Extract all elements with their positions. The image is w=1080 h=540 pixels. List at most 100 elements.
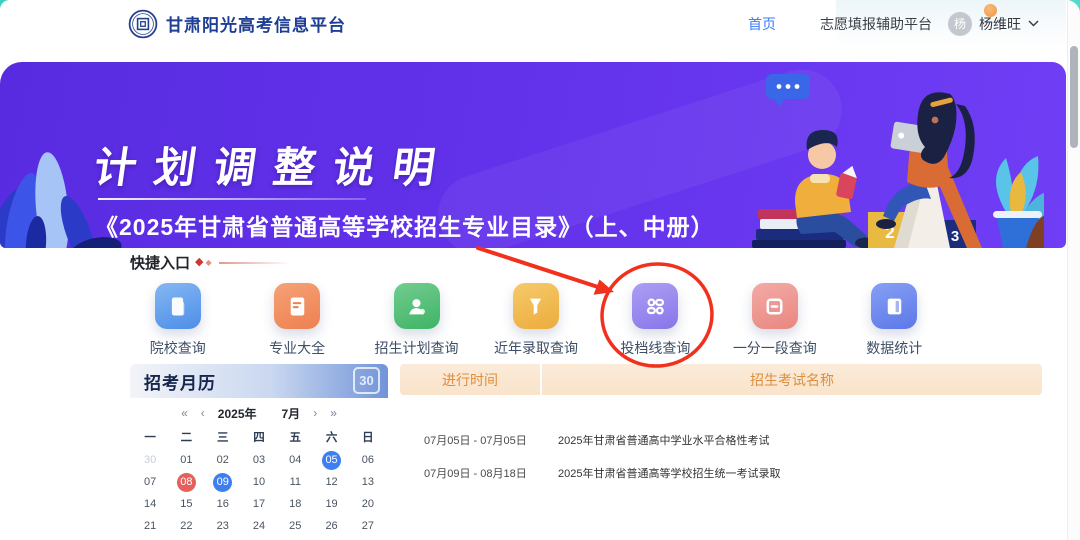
calendar-30-icon: 30 [353, 367, 380, 394]
calendar-month: 7月 [282, 405, 301, 422]
banner-subtitle: 《2025年甘肃省普通高等学校招生专业目录》（上、中册） [95, 208, 715, 242]
calendar-day[interactable]: 30 [132, 449, 168, 471]
schedule-exam-name: 2025年甘肃省普通高等学校招生统一考试录取 [550, 465, 780, 481]
scrollbar-thumb[interactable] [1070, 46, 1078, 148]
quick-entry-header: 快捷入口 ◆ ◆ [130, 252, 291, 273]
banner-title-underline [98, 198, 366, 200]
enrollment-plan-icon[interactable] [394, 283, 440, 329]
filing-line-icon[interactable] [632, 283, 678, 329]
admission-history-icon[interactable] [513, 283, 559, 329]
calendar-day[interactable]: 19 [313, 493, 349, 515]
calendar-weekday: 二 [168, 428, 204, 449]
calendar-day[interactable]: 02 [205, 449, 241, 471]
quick-entry-label: 一分一段查询 [733, 338, 817, 358]
scrollbar-track[interactable] [1067, 0, 1080, 540]
schedule-header-name: 招生考试名称 [542, 364, 1042, 395]
chevron-down-icon[interactable] [1028, 20, 1039, 27]
exam-calendar-card: 招考月历 30 « ‹ 2025年 7月 › » 一二三四五六日30010203… [130, 364, 388, 540]
hero-banner[interactable]: 计划调整说明 《2025年甘肃省普通高等学校招生专业目录》（上、中册） 部分内容… [0, 62, 1066, 248]
brand: 甘肃阳光高考信息平台 [128, 0, 346, 47]
score-segment-icon[interactable] [752, 283, 798, 329]
quick-entry-row: 院校查询 专业大全 招生计划查询近年录取查询投档线查询 一分一段查询 数据统计 [118, 283, 954, 358]
svg-text:3: 3 [951, 228, 959, 245]
calendar-day[interactable]: 03 [241, 449, 277, 471]
calendar-day[interactable]: 05 [313, 449, 349, 471]
quick-entry-院校查询[interactable]: 院校查询 [118, 283, 237, 358]
calendar-weekday: 三 [205, 428, 241, 449]
calendar-day[interactable]: 10 [241, 471, 277, 493]
quick-entry-近年录取查询[interactable]: 近年录取查询 [476, 283, 595, 358]
calendar-day[interactable]: 21 [132, 515, 168, 537]
school-search-icon[interactable] [155, 283, 201, 329]
quick-entry-label: 院校查询 [150, 338, 206, 358]
quick-entry-title: 快捷入口 [130, 252, 190, 273]
calendar-day[interactable]: 23 [205, 515, 241, 537]
calendar-year: 2025年 [218, 405, 257, 422]
schedule-time: 07月05日 - 07月05日 [400, 432, 550, 448]
exam-schedule-table: 进行时间 招生考试名称 07月05日 - 07月05日2025年甘肃省普通高中学… [400, 364, 1042, 489]
quick-entry-label: 投档线查询 [620, 338, 690, 358]
major-catalog-icon[interactable] [274, 283, 320, 329]
user-menu[interactable]: 杨 杨维旺 [948, 0, 1039, 47]
page-title: 甘肃阳光高考信息平台 [166, 11, 346, 36]
schedule-time: 07月09日 - 08月18日 [400, 465, 550, 481]
calendar-day[interactable]: 08 [168, 471, 204, 493]
calendar-day[interactable]: 16 [205, 493, 241, 515]
diamond-decoration-small-icon: ◆ [205, 259, 211, 267]
calendar-day[interactable]: 04 [277, 449, 313, 471]
quick-entry-专业大全[interactable]: 专业大全 [237, 283, 356, 358]
calendar-day[interactable]: 24 [241, 515, 277, 537]
calendar-day[interactable]: 15 [168, 493, 204, 515]
statistics-icon[interactable] [871, 283, 917, 329]
nav-link-assist[interactable]: 志愿填报辅助平台 [820, 14, 932, 34]
calendar-day[interactable]: 14 [132, 493, 168, 515]
calendar-header: 招考月历 30 [130, 364, 388, 398]
annotation-arrow-line [478, 248, 598, 287]
prev-month-button[interactable]: ‹ [201, 406, 205, 420]
calendar-day[interactable]: 25 [277, 515, 313, 537]
calendar-day[interactable]: 17 [241, 493, 277, 515]
schedule-header-row: 进行时间 招生考试名称 [400, 364, 1042, 395]
quick-entry-投档线查询[interactable]: 投档线查询 [596, 283, 715, 358]
calendar-day[interactable]: 07 [132, 471, 168, 493]
header-nav: 首页 志愿填报辅助平台 [748, 0, 932, 47]
quick-entry-label: 专业大全 [269, 338, 325, 358]
user-name[interactable]: 杨维旺 [979, 14, 1021, 34]
calendar-day[interactable]: 22 [168, 515, 204, 537]
schedule-header-time: 进行时间 [400, 364, 542, 395]
diamond-decoration-icon: ◆ [195, 257, 203, 268]
next-month-button[interactable]: › [313, 406, 317, 420]
next-year-button[interactable]: » [330, 406, 337, 420]
svg-text:2: 2 [885, 223, 894, 242]
schedule-row: 07月09日 - 08月18日2025年甘肃省普通高等学校招生统一考试录取 [400, 456, 1042, 489]
calendar-nav: « ‹ 2025年 7月 › » [130, 398, 388, 428]
calendar-weekday: 四 [241, 428, 277, 449]
quick-entry-一分一段查询[interactable]: 一分一段查询 [715, 283, 834, 358]
quick-entry-label: 数据统计 [866, 338, 922, 358]
calendar-day[interactable]: 06 [350, 449, 386, 471]
calendar-weekday: 一 [132, 428, 168, 449]
page-container: 甘肃阳光高考信息平台 首页 志愿填报辅助平台 杨 杨维旺 计划调整说明 《2025… [0, 0, 1080, 540]
calendar-day[interactable]: 18 [277, 493, 313, 515]
schedule-exam-name: 2025年甘肃省普通高中学业水平合格性考试 [550, 432, 769, 448]
schedule-rows: 07月05日 - 07月05日2025年甘肃省普通高中学业水平合格性考试07月0… [400, 395, 1042, 489]
calendar-day[interactable]: 01 [168, 449, 204, 471]
schedule-row: 07月05日 - 07月05日2025年甘肃省普通高中学业水平合格性考试 [400, 423, 1042, 456]
avatar[interactable]: 杨 [948, 12, 972, 36]
calendar-day[interactable]: 09 [205, 471, 241, 493]
calendar-weekday: 六 [313, 428, 349, 449]
calendar-day[interactable]: 12 [313, 471, 349, 493]
platform-logo-icon [128, 9, 158, 39]
calendar-day[interactable]: 27 [350, 515, 386, 537]
calendar-grid: 一二三四五六日300102030405060708091011121314151… [130, 428, 388, 540]
quick-entry-招生计划查询[interactable]: 招生计划查询 [357, 283, 476, 358]
calendar-day[interactable]: 13 [350, 471, 386, 493]
prev-year-button[interactable]: « [181, 406, 188, 420]
calendar-day[interactable]: 20 [350, 493, 386, 515]
nav-link-home[interactable]: 首页 [748, 14, 776, 34]
calendar-day[interactable]: 26 [313, 515, 349, 537]
quick-entry-数据统计[interactable]: 数据统计 [835, 283, 954, 358]
calendar-title: 招考月历 [144, 369, 216, 394]
calendar-day[interactable]: 11 [277, 471, 313, 493]
quick-entry-label: 招生计划查询 [375, 338, 459, 358]
